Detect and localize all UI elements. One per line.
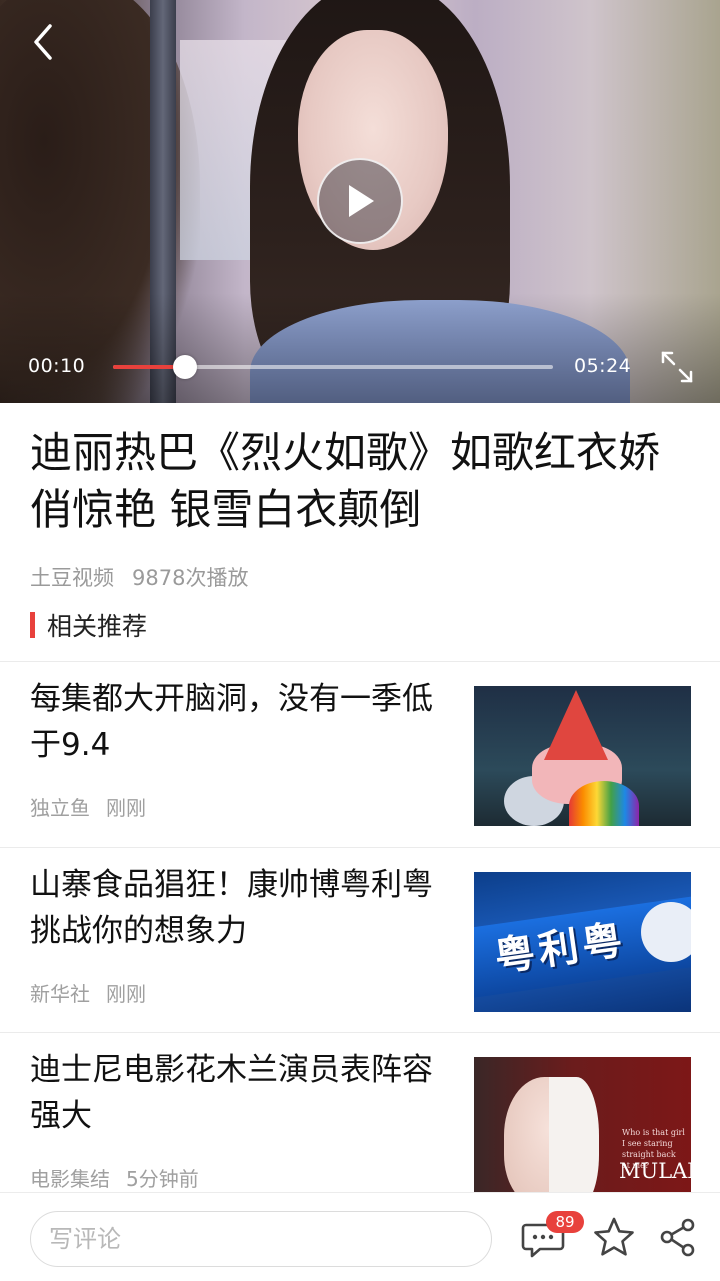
bottom-action-bar: 写评论 89	[0, 1192, 720, 1281]
duration-time: 05:24	[574, 355, 632, 377]
share-button[interactable]	[654, 1213, 702, 1261]
list-item[interactable]: 每集都大开脑洞，没有一季低于9.4 独立鱼 刚刚	[0, 662, 720, 847]
cartoon-thumbnail	[474, 686, 691, 826]
list-item-meta: 新华社 刚刚	[30, 978, 146, 1007]
section-label: 相关推荐	[47, 612, 148, 641]
comment-input[interactable]: 写评论	[30, 1211, 492, 1267]
section-header: 相关推荐	[30, 608, 147, 642]
play-icon	[349, 185, 374, 217]
progress-handle[interactable]	[173, 355, 197, 379]
poster-title: MULAN	[619, 1159, 691, 1183]
current-time: 00:10	[28, 355, 86, 377]
share-icon	[660, 1218, 695, 1257]
play-count: 9878次播放	[132, 566, 249, 590]
video-player[interactable]: 00:10 05:24	[0, 0, 720, 403]
play-button[interactable]	[317, 158, 403, 244]
back-icon	[34, 24, 52, 60]
list-item-time: 5分钟前	[126, 1167, 199, 1191]
movie-poster-thumbnail: Who is that girl I see staring straight …	[474, 1057, 691, 1197]
video-title: 迪丽热巴《烈火如歌》如歌红衣娇俏惊艳 银雪白衣颠倒	[30, 428, 661, 534]
cookie-package-thumbnail: 粤利粤	[474, 872, 691, 1012]
fullscreen-icon	[661, 351, 693, 383]
progress-bar[interactable]	[113, 355, 553, 379]
comment-count-badge: 89	[546, 1211, 584, 1233]
list-item-meta: 电影集结 5分钟前	[30, 1163, 199, 1192]
list-item-meta: 独立鱼 刚刚	[30, 792, 146, 821]
video-source[interactable]: 土豆视频	[30, 566, 114, 590]
list-item-title: 山寨食品猖狂！康帅博粤利粤挑战你的想象力	[30, 867, 433, 949]
video-meta: 土豆视频 9878次播放	[30, 562, 248, 592]
list-item-time: 刚刚	[106, 796, 146, 820]
fullscreen-button[interactable]	[658, 348, 696, 386]
section-accent-bar	[30, 612, 35, 638]
list-item-title: 每集都大开脑洞，没有一季低于9.4	[30, 681, 433, 763]
list-item[interactable]: 迪士尼电影花木兰演员表阵容强大 电影集结 5分钟前 Who is that gir…	[0, 1033, 720, 1218]
star-icon	[594, 1217, 634, 1256]
list-item-time: 刚刚	[106, 982, 146, 1006]
list-item-source: 新华社	[30, 982, 90, 1006]
favorite-button[interactable]	[590, 1213, 638, 1261]
controls-gradient	[0, 293, 720, 403]
list-item[interactable]: 山寨食品猖狂！康帅博粤利粤挑战你的想象力 新华社 刚刚 粤利粤	[0, 848, 720, 1033]
back-button[interactable]	[20, 20, 64, 64]
list-item-source: 电影集结	[30, 1167, 110, 1191]
list-item-title: 迪士尼电影花木兰演员表阵容强大	[30, 1052, 433, 1134]
list-item-source: 独立鱼	[30, 796, 90, 820]
